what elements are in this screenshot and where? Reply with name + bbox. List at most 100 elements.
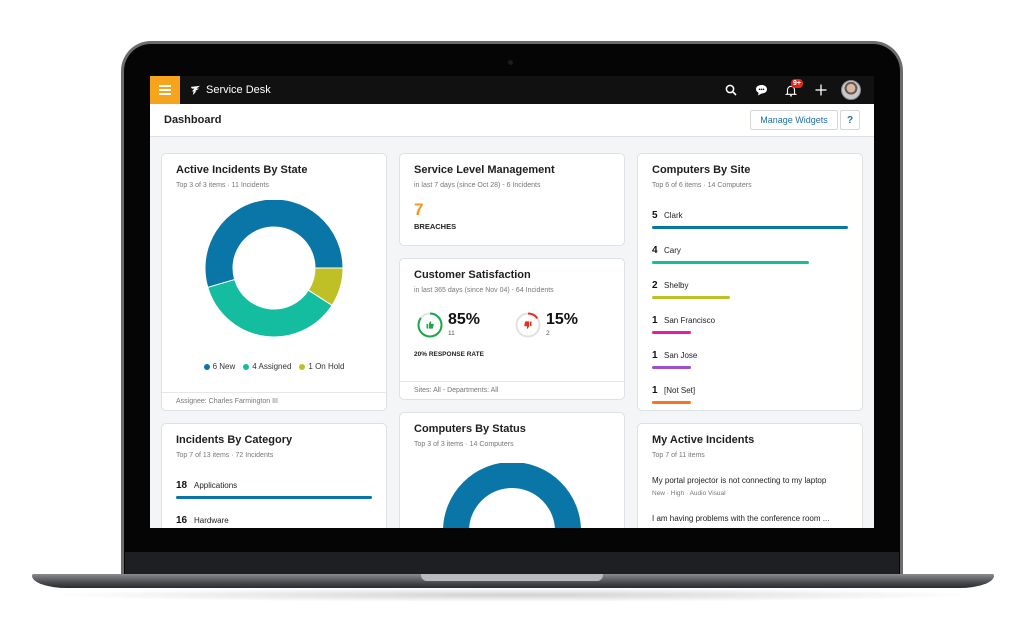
widget-subtitle: in last 365 days (since Nov 04) - 64 Inc… — [414, 287, 554, 294]
bar-count: 18 — [176, 480, 188, 491]
bar-row-applications[interactable]: 18 Applications — [176, 476, 372, 511]
bar-count: 1 — [652, 315, 658, 326]
bar-row-shelby[interactable]: 2 Shelby — [652, 276, 848, 311]
status-donut-segment[interactable] — [443, 463, 581, 528]
laptop-notch — [421, 574, 603, 581]
brand[interactable]: Service Desk — [190, 76, 271, 104]
legend-item-assigned[interactable]: 4 Assigned — [243, 362, 291, 371]
widget-subtitle: Top 7 of 11 items — [652, 452, 705, 459]
legend-label: 4 Assigned — [252, 362, 292, 371]
bar-count: 1 — [652, 350, 658, 361]
plus-icon — [815, 84, 827, 96]
bar-row-clark[interactable]: 5 Clark — [652, 206, 848, 241]
chart-legend: 6 New 4 Assigned 1 On Hold — [162, 362, 386, 371]
notifications-button[interactable]: 9+ — [776, 76, 806, 104]
help-button[interactable]: ? — [840, 110, 860, 130]
state-donut-chart — [204, 200, 344, 338]
site-bar-list: 5 Clark 4 Cary 2 Shelby 1 San Francisco 1 San Jos… — [652, 206, 848, 410]
menu-icon-line — [159, 93, 171, 95]
incident-link[interactable]: My portal projector is not connecting to… — [652, 476, 826, 485]
widget-my-active-incidents[interactable]: My Active Incidents Top 7 of 11 items My… — [637, 423, 863, 528]
incident-meta: New · High · Audio Visual — [652, 490, 726, 497]
menu-icon-line — [159, 89, 171, 91]
widget-customer-satisfaction[interactable]: Customer Satisfaction in last 365 days (… — [399, 258, 625, 400]
widget-computers-by-status[interactable]: Computers By Status Top 3 of 3 items · 1… — [399, 412, 625, 528]
chat-icon — [755, 85, 767, 96]
bar-row-san-francisco[interactable]: 1 San Francisco — [652, 311, 848, 346]
bar — [652, 331, 692, 334]
bar-row-not-set[interactable]: 1 [Not Set] — [652, 381, 848, 410]
bar-count: 1 — [652, 385, 658, 396]
bar-label: Applications — [194, 481, 238, 490]
category-bar-list: 18 Applications 16 Hardware — [176, 476, 372, 528]
bar-count: 5 — [652, 210, 658, 221]
avatar — [841, 80, 861, 100]
breaches-label: BREACHES — [414, 222, 457, 231]
service-desk-logo-icon — [190, 85, 201, 95]
widget-title: Computers By Status — [414, 423, 526, 435]
widget-title: My Active Incidents — [652, 434, 755, 446]
widget-service-level-management[interactable]: Service Level Management in last 7 days … — [399, 153, 625, 246]
thumbs-down-icon — [524, 321, 532, 329]
widget-footer: Assignee: Charles Farmington III — [162, 392, 386, 410]
bar — [176, 496, 372, 499]
bar — [652, 401, 692, 404]
bar-row-san-jose[interactable]: 1 San Jose — [652, 346, 848, 381]
topbar-actions: 9+ — [716, 76, 866, 104]
app-title: Service Desk — [206, 84, 271, 96]
positive-percent: 85% — [448, 311, 481, 328]
legend-label: 1 On Hold — [308, 362, 345, 371]
response-rate: 20% RESPONSE RATE — [414, 351, 484, 358]
top-navbar: Service Desk 9+ — [150, 76, 874, 104]
bar-label: San Francisco — [664, 316, 716, 325]
bar-label: Shelby — [664, 281, 689, 290]
laptop-shadow — [40, 588, 986, 602]
widget-active-incidents-by-state[interactable]: Active Incidents By State Top 3 of 3 ite… — [161, 153, 387, 411]
user-menu-button[interactable] — [836, 76, 866, 104]
legend-label: 6 New — [212, 362, 236, 371]
widget-computers-by-site[interactable]: Computers By Site Top 6 of 6 items · 14 … — [637, 153, 863, 411]
bar-count: 4 — [652, 245, 658, 256]
menu-button[interactable] — [150, 76, 180, 104]
widget-footer: Sites: All - Departments: All — [400, 381, 624, 399]
breaches-count[interactable]: 7 — [414, 200, 423, 220]
widget-subtitle: Top 7 of 13 items · 72 Incidents — [176, 452, 274, 459]
widget-title: Computers By Site — [652, 164, 751, 176]
thumbs-down-progress-ring — [515, 312, 541, 338]
notification-badge: 9+ — [791, 79, 803, 88]
widget-title: Customer Satisfaction — [414, 269, 531, 281]
add-button[interactable] — [806, 76, 836, 104]
menu-icon-line — [159, 85, 171, 87]
search-button[interactable] — [716, 76, 746, 104]
camera — [508, 60, 513, 65]
csat-negative[interactable]: 15% 2 — [514, 311, 578, 339]
status-donut-chart — [443, 463, 581, 528]
bar-row-hardware[interactable]: 16 Hardware — [176, 511, 372, 528]
screen: Service Desk 9+ Dashboard Manage Widgets… — [150, 76, 874, 528]
laptop-bezel — [125, 552, 899, 576]
bar — [652, 366, 692, 369]
bar — [652, 261, 809, 264]
negative-percent: 15% — [546, 311, 579, 328]
bar-label: Clark — [664, 211, 683, 220]
bar-row-cary[interactable]: 4 Cary — [652, 241, 848, 276]
negative-count: 2 — [546, 330, 550, 337]
chat-button[interactable] — [746, 76, 776, 104]
widget-subtitle: Top 3 of 3 items · 14 Computers — [414, 441, 514, 448]
legend-item-new[interactable]: 6 New — [203, 362, 236, 371]
legend-item-on-hold[interactable]: 1 On Hold — [299, 362, 344, 371]
bar-label: [Not Set] — [664, 386, 696, 395]
csat-positive[interactable]: 85% 11 — [416, 311, 480, 339]
bar — [652, 226, 848, 229]
thumbs-up-progress-ring — [417, 312, 443, 338]
positive-count: 11 — [448, 330, 455, 337]
bar-label: San Jose — [664, 351, 698, 360]
manage-widgets-button[interactable]: Manage Widgets — [750, 110, 838, 130]
widget-subtitle: in last 7 days (since Oct 28) - 6 Incide… — [414, 182, 541, 189]
incident-link[interactable]: I am having problems with the conference… — [652, 514, 829, 523]
widget-incidents-by-category[interactable]: Incidents By Category Top 7 of 13 items … — [161, 423, 387, 528]
widget-title: Active Incidents By State — [176, 164, 308, 176]
bar — [652, 296, 731, 299]
legend-dot — [299, 363, 306, 370]
bar-count: 2 — [652, 280, 658, 291]
